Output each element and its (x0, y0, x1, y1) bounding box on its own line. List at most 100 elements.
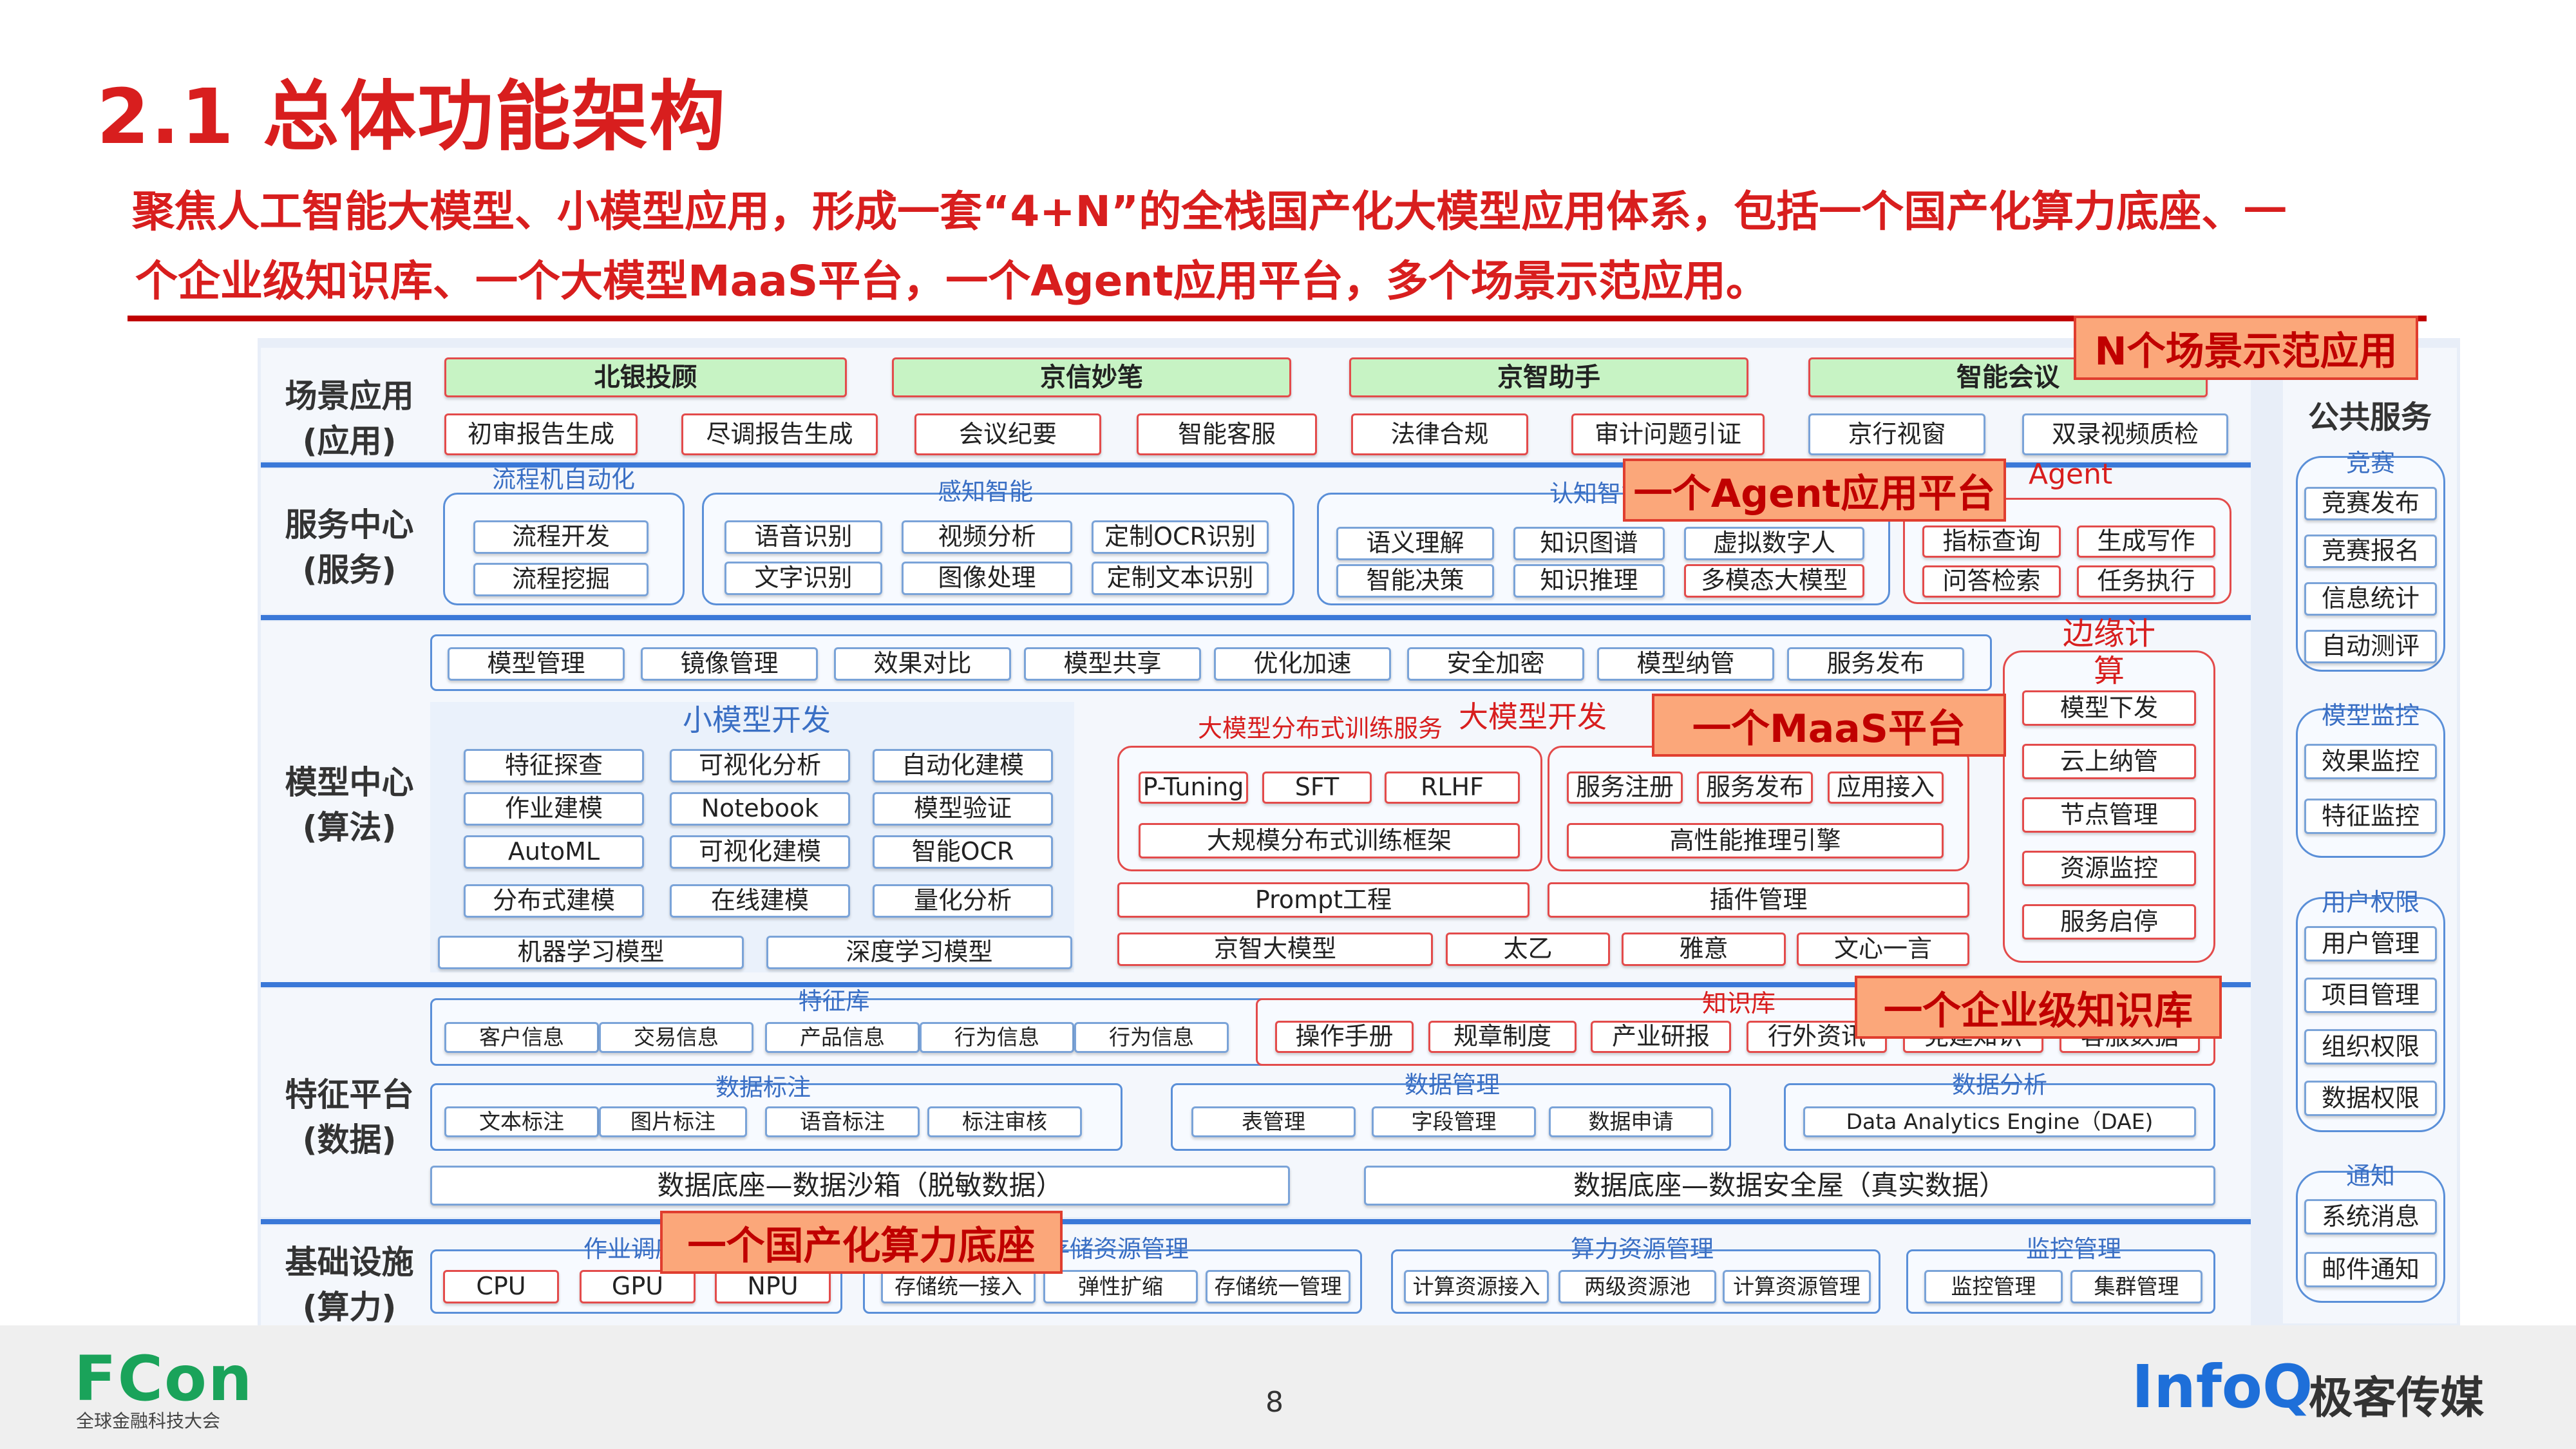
kb-item: 产业研报 (1591, 1021, 1731, 1053)
public-item: 组织权限 (2304, 1029, 2437, 1065)
separator (261, 1219, 2251, 1224)
ml-model-item: 机器学习模型 (438, 936, 744, 969)
small-model-item: 智能OCR (873, 835, 1053, 869)
agent-item: 问答检索 (1922, 565, 2061, 598)
job-item: NPU (715, 1270, 831, 1303)
edge-item: 模型下发 (2022, 690, 2196, 726)
public-item: 数据权限 (2304, 1081, 2437, 1116)
public-item: 系统消息 (2304, 1199, 2437, 1235)
label-item: 标注审核 (927, 1106, 1082, 1137)
edge-item: 服务启停 (2022, 904, 2196, 940)
small-model-item: 在线建模 (670, 884, 850, 918)
group-title: 知识库 (1701, 989, 1776, 1018)
service-item: 流程挖掘 (473, 563, 649, 596)
public-item: 项目管理 (2304, 978, 2437, 1013)
storage-item: 弹性扩缩 (1043, 1270, 1198, 1303)
callout-compute: 一个国产化算力底座 (660, 1211, 1063, 1274)
data-vault: 数据底座—数据安全屋（真实数据） (1364, 1166, 2215, 1206)
geek-media-logo: 极客传媒 (2309, 1373, 2485, 1424)
model-mgmt-item: 效果对比 (834, 647, 1011, 681)
intro-line-1: 聚焦人工智能大模型、小模型应用，形成一套“4+N”的全栈国产化大模型应用体系，包… (132, 187, 2287, 236)
public-item: 特征监控 (2304, 799, 2437, 834)
training-item: RLHF (1385, 772, 1520, 804)
model-mgmt-item: 镜像管理 (641, 647, 818, 681)
public-services-title: 公共服务 (2307, 399, 2432, 435)
service-item: 虚拟数字人 (1684, 527, 1864, 560)
model-mgmt-item: 模型纳管 (1597, 647, 1774, 681)
training-item: SFT (1262, 772, 1372, 804)
feature-item: 行为信息 (1074, 1022, 1229, 1053)
group-title: 算力资源管理 (1571, 1235, 1714, 1263)
service-item: 知识图谱 (1513, 527, 1665, 560)
page-title: 2.1 总体功能架构 (97, 72, 727, 161)
scene-item: 初审报告生成 (444, 413, 638, 455)
service-item: 视频分析 (902, 520, 1072, 554)
training-framework: 大规模分布式训练框架 (1139, 823, 1520, 858)
llm-item: 文心一言 (1797, 933, 1969, 966)
group-title: 特征库 (798, 987, 870, 1015)
compute-item: 计算资源管理 (1723, 1270, 1871, 1303)
feature-item: 交易信息 (599, 1022, 753, 1053)
group-title: 边缘计算 (2062, 616, 2155, 689)
prompt-engineering: Prompt工程 (1117, 882, 1530, 918)
agent-item: 任务执行 (2077, 565, 2215, 598)
public-item: 竞赛报名 (2304, 535, 2437, 568)
service-item: 知识推理 (1513, 564, 1665, 598)
storage-item: 存储统一接入 (881, 1270, 1036, 1303)
small-model-item: 量化分析 (873, 884, 1053, 918)
llm-item: 京智大模型 (1117, 933, 1433, 966)
group-title: 监控管理 (2026, 1235, 2121, 1263)
job-item: GPU (580, 1270, 696, 1303)
llm-item: 太乙 (1446, 933, 1610, 966)
small-model-item: 可视化分析 (670, 749, 850, 782)
group-title: 数据管理 (1405, 1071, 1500, 1099)
inference-item: 应用接入 (1828, 772, 1944, 804)
small-model-item: 可视化建模 (670, 835, 850, 869)
scene-item: 京行视窗 (1808, 413, 1985, 455)
inference-engine: 高性能推理引擎 (1567, 823, 1944, 858)
scene-item: 智能客服 (1137, 413, 1317, 455)
plugin-management: 插件管理 (1548, 882, 1969, 918)
public-item: 用户管理 (2304, 926, 2437, 961)
scene-header: 京信妙笔 (892, 357, 1291, 397)
compute-item: 两级资源池 (1558, 1270, 1716, 1303)
group-title: 数据标注 (715, 1074, 811, 1101)
group-title: 通知 (2345, 1162, 2395, 1190)
kb-item: 操作手册 (1275, 1021, 1414, 1053)
edge-item: 节点管理 (2022, 797, 2196, 833)
label-item: 语音标注 (765, 1106, 920, 1137)
public-item: 信息统计 (2304, 582, 2437, 616)
public-item: 自动测评 (2304, 630, 2437, 663)
page-number: 8 (1265, 1386, 1283, 1419)
small-model-item: Notebook (670, 792, 850, 826)
model-mgmt-item: 优化加速 (1214, 647, 1391, 681)
group-title: 大模型开发 (1459, 699, 1607, 734)
label-item: 图片标注 (599, 1106, 747, 1137)
storage-item: 存储统一管理 (1206, 1270, 1350, 1303)
dm-item: 字段管理 (1372, 1106, 1536, 1137)
service-item: 智能决策 (1336, 564, 1494, 598)
scene-item: 双录视频质检 (2022, 413, 2228, 455)
group-title: 大模型分布式训练服务 (1198, 714, 1443, 743)
service-item: 语音识别 (724, 520, 882, 554)
separator (261, 615, 2251, 620)
row-label-infra: 基础设施 (算力) (285, 1244, 414, 1326)
kb-item: 规章制度 (1428, 1021, 1577, 1053)
callout-maas: 一个MaaS平台 (1652, 694, 2006, 757)
callout-scenes: N个场景示范应用 (2074, 316, 2418, 380)
monitor-item: 集群管理 (2070, 1270, 2202, 1303)
feature-item: 行为信息 (920, 1022, 1074, 1053)
model-mgmt-item: 模型共享 (1024, 647, 1201, 681)
service-item: 流程开发 (473, 520, 649, 554)
public-item: 效果监控 (2304, 744, 2437, 779)
model-mgmt-item: 安全加密 (1407, 647, 1584, 681)
service-item: 多模态大模型 (1684, 564, 1864, 598)
intro-line-2: 个企业级知识库、一个大模型MaaS平台，一个Agent应用平台，多个场景示范应用… (135, 256, 1768, 306)
service-item: 文字识别 (724, 562, 882, 595)
job-item: CPU (443, 1270, 559, 1303)
fcon-subtitle: 全球金融科技大会 (76, 1410, 221, 1432)
service-item: 定制OCR识别 (1092, 520, 1269, 554)
compute-item: 计算资源接入 (1404, 1270, 1549, 1303)
feature-item: 客户信息 (444, 1022, 599, 1053)
group-title: 流程机自动化 (492, 466, 635, 493)
